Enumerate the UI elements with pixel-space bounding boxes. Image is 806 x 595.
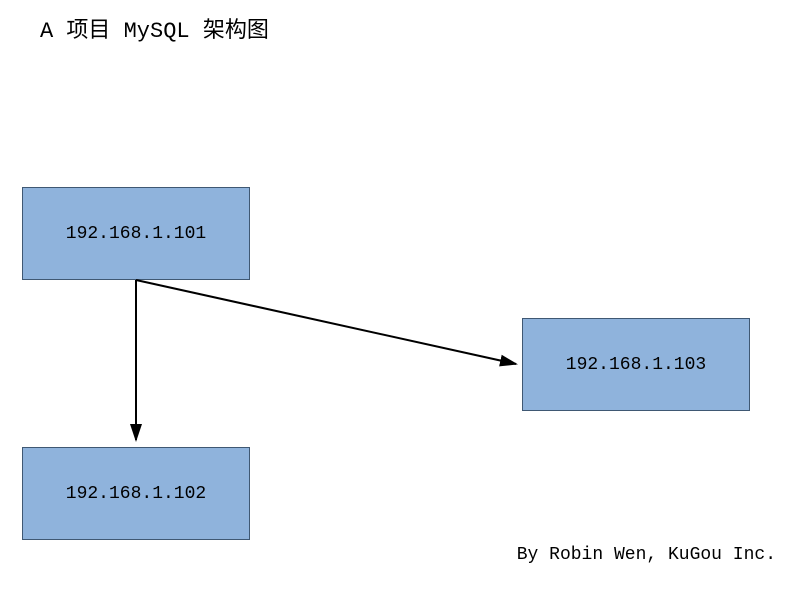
arrow-to-node3: [136, 280, 516, 364]
node-master: 192.168.1.101: [22, 187, 250, 280]
node-slave-2: 192.168.1.103: [522, 318, 750, 411]
node-master-label: 192.168.1.101: [66, 224, 206, 244]
node-slave-2-label: 192.168.1.103: [566, 355, 706, 375]
node-slave-1-label: 192.168.1.102: [66, 484, 206, 504]
diagram-title: A 项目 MySQL 架构图: [40, 12, 269, 44]
node-slave-1: 192.168.1.102: [22, 447, 250, 540]
footer-credit: By Robin Wen, KuGou Inc.: [517, 545, 776, 565]
